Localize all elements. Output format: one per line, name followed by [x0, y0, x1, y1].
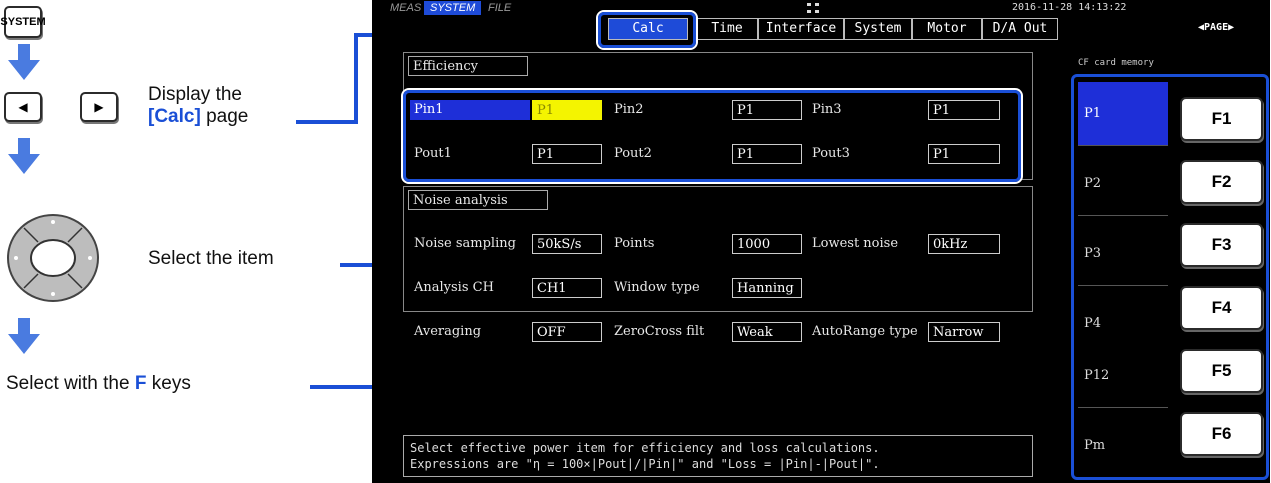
display-text: Display the — [148, 84, 242, 105]
averaging-value[interactable]: OFF — [532, 322, 602, 342]
page-word: page — [206, 106, 249, 127]
cursor-pad-icon[interactable] — [4, 212, 102, 304]
points-label[interactable]: Points — [610, 234, 730, 254]
fkey-menu-highlight — [1071, 74, 1269, 480]
tab-da-out[interactable]: D/A Out — [982, 18, 1058, 40]
select-f-instruction: Select with the F keys — [6, 373, 191, 395]
lowest-noise-value[interactable]: 0kHz — [928, 234, 1000, 254]
network-icon — [807, 3, 819, 13]
zerocross-filt-label[interactable]: ZeroCross filt — [610, 322, 730, 342]
down-arrow-icon — [8, 44, 40, 80]
cf-card-memory-label: CF card memory — [1078, 58, 1154, 68]
select-item-instruction: Select the item — [148, 248, 274, 269]
mode-tab-system[interactable]: SYSTEM — [424, 1, 482, 15]
help-line-2: Expressions are "η = 100×|Pout|/|Pin|" a… — [410, 457, 880, 471]
efficiency-items-highlight — [403, 90, 1021, 182]
system-key[interactable]: SYSTEM — [0, 6, 46, 38]
f-key-label: F — [134, 373, 147, 394]
tab-motor[interactable]: Motor — [912, 18, 982, 40]
autorange-type-value[interactable]: Narrow — [928, 322, 1000, 342]
tab-interface[interactable]: Interface — [758, 18, 844, 40]
down-arrow-icon — [8, 318, 40, 354]
tab-system[interactable]: System — [844, 18, 912, 40]
tab-time[interactable]: Time — [696, 18, 758, 40]
noise-sampling-label[interactable]: Noise sampling — [410, 234, 530, 254]
left-arrow-icon: ◀ — [18, 100, 28, 114]
select-f-prefix: Select with the — [6, 373, 130, 394]
select-f-suffix: keys — [151, 373, 191, 394]
efficiency-label: Efficiency — [408, 56, 528, 76]
display-instruction: Display the [Calc] page — [148, 84, 248, 128]
help-line-1: Select effective power item for efficien… — [410, 441, 880, 455]
left-arrow-key[interactable]: ◀ — [4, 92, 42, 122]
calc-page-label: [Calc] — [148, 106, 201, 127]
down-arrow-icon — [8, 138, 40, 174]
mode-tab-file[interactable]: FILE — [482, 1, 517, 15]
right-arrow-key[interactable]: ▶ — [80, 92, 118, 122]
averaging-label[interactable]: Averaging — [410, 322, 530, 342]
lowest-noise-label[interactable]: Lowest noise — [808, 234, 928, 254]
datetime-display: 2016-11-28 14:13:22 — [1012, 2, 1127, 13]
noise-sampling-value[interactable]: 50kS/s — [532, 234, 602, 254]
window-type-label[interactable]: Window type — [610, 278, 730, 298]
help-message: Select effective power item for efficien… — [403, 435, 1033, 477]
calc-tab-highlight — [598, 12, 696, 48]
mode-tab-meas[interactable]: MEAS — [384, 1, 427, 15]
zerocross-filt-value[interactable]: Weak — [732, 322, 802, 342]
points-value[interactable]: 1000 — [732, 234, 802, 254]
noise-analysis-label: Noise analysis — [408, 190, 548, 210]
page-indicator[interactable]: ◀PAGE▶ — [1198, 22, 1234, 33]
window-type-value[interactable]: Hanning — [732, 278, 802, 298]
analysis-ch-label[interactable]: Analysis CH — [410, 278, 530, 298]
autorange-type-label[interactable]: AutoRange type — [808, 322, 928, 342]
analysis-ch-value[interactable]: CH1 — [532, 278, 602, 298]
right-arrow-icon: ▶ — [94, 100, 104, 114]
